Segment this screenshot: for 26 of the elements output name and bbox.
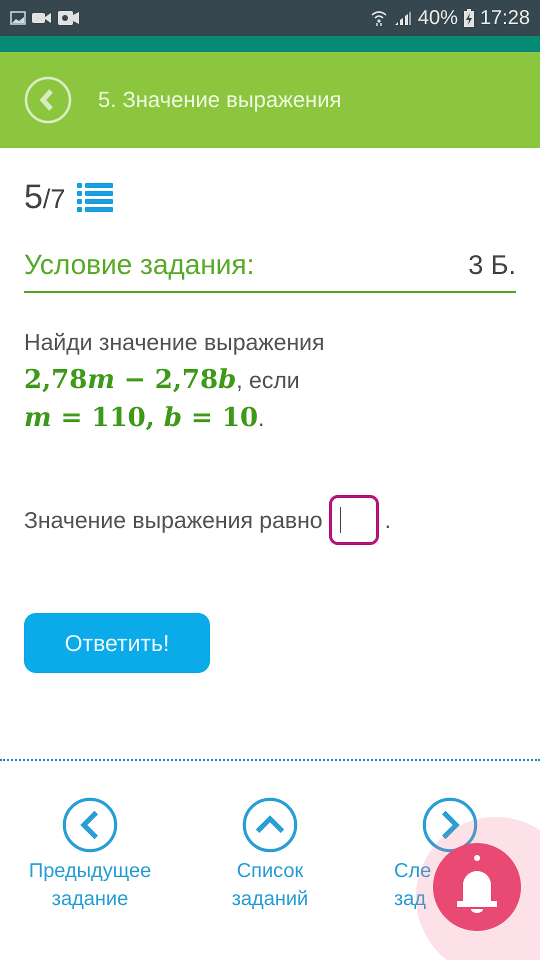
nav-label[interactable]: Сле зад (360, 857, 432, 913)
signal-icon (394, 10, 412, 26)
nav-label[interactable]: Предыдущее задание (28, 857, 152, 913)
answer-label: Значение выражения равно (24, 506, 323, 534)
bell-button-icon[interactable] (433, 843, 521, 931)
back-icon[interactable] (24, 76, 72, 124)
chevron-circle-icon[interactable] (242, 797, 298, 853)
image-icon (10, 11, 26, 25)
answer-field[interactable] (328, 495, 379, 545)
submit-button[interactable]: Ответить! (24, 613, 210, 673)
problem-text: Найди значение выражения 2,78m − 2,78b, если m = 110, b = 10. (24, 328, 326, 435)
video-camera-icon (32, 11, 52, 25)
video-camera-icon (58, 10, 80, 26)
battery-charging-icon (464, 9, 474, 27)
nav-label[interactable]: Список заданий (232, 857, 308, 913)
clock: 17:28 (480, 6, 530, 30)
points: 3 Б. (468, 250, 516, 280)
battery-percent: 40% (418, 6, 458, 30)
section-title: Условие задания: (24, 249, 254, 281)
task-counter: 5/7 (24, 178, 66, 217)
chevron-circle-icon[interactable] (422, 797, 478, 853)
chevron-circle-icon[interactable] (62, 797, 118, 853)
page-title: 5. Значение выражения (98, 87, 342, 113)
wifi-icon (370, 9, 388, 27)
list-icon[interactable] (77, 182, 114, 212)
answer-period: . (384, 506, 391, 534)
